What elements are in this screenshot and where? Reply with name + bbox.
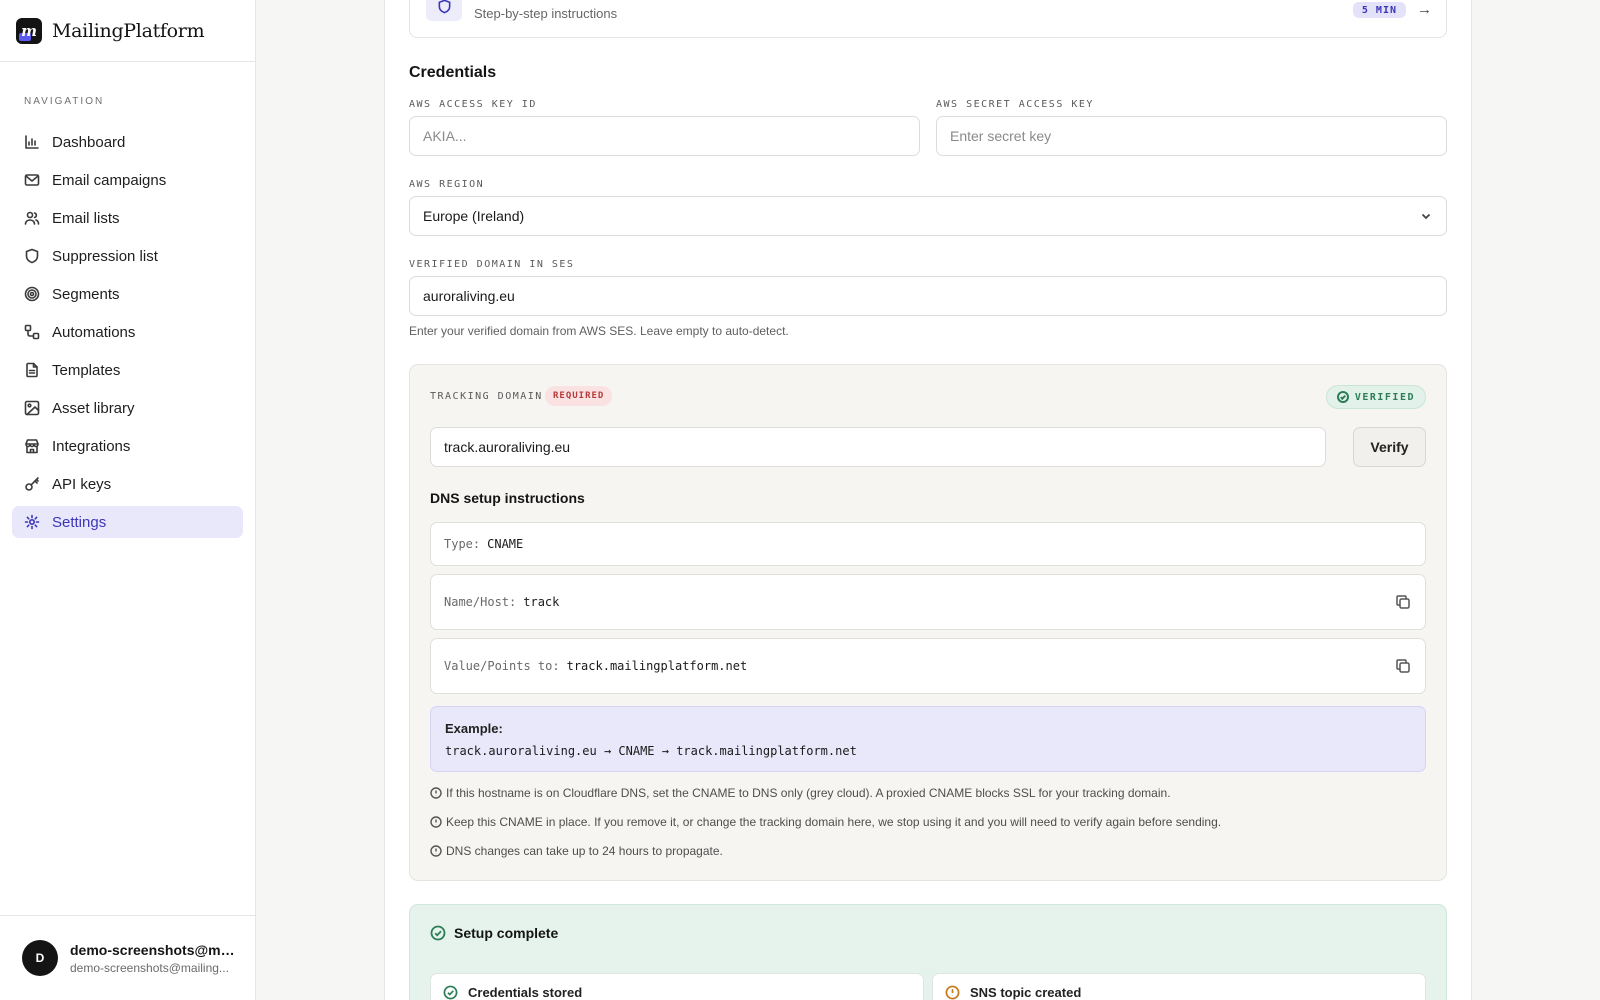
setup-complete-panel: Setup complete Credentials stored SNS to…: [409, 904, 1447, 1000]
sidebar-item-email-lists[interactable]: Email lists: [12, 202, 243, 234]
setup-guide-card[interactable]: Step-by-step instructions 5 MIN →: [409, 0, 1447, 38]
access-key-label: AWS ACCESS KEY ID: [409, 99, 537, 110]
sidebar-item-dashboard[interactable]: Dashboard: [12, 126, 243, 158]
shield-icon: [426, 0, 462, 21]
sidebar-item-label: Segments: [52, 285, 120, 303]
mail-icon: [24, 174, 40, 186]
user-menu[interactable]: D demo-screenshots@ma... demo-screenshot…: [0, 915, 256, 1000]
arrow-right-icon[interactable]: →: [1417, 1, 1432, 18]
users-icon: [24, 211, 40, 225]
example-title: Example:: [445, 721, 503, 736]
verify-button[interactable]: Verify: [1353, 427, 1426, 467]
setup-title: Setup complete: [430, 925, 558, 941]
check-circle-icon: [1336, 391, 1349, 403]
avatar: D: [22, 940, 58, 976]
copy-icon[interactable]: [1395, 594, 1411, 610]
sidebar-item-label: Templates: [52, 361, 121, 379]
image-icon: [24, 400, 40, 416]
gear-icon: [24, 514, 40, 530]
sidebar-item-label: Email lists: [52, 209, 120, 227]
chevron-down-icon: [1421, 213, 1431, 220]
dns-example: Example: track.auroraliving.eu → CNAME →…: [430, 706, 1426, 772]
domain-hint: Enter your verified domain from AWS SES.…: [409, 324, 789, 338]
info-icon: [430, 845, 442, 857]
sidebar-item-suppression-list[interactable]: Suppression list: [12, 240, 243, 272]
sidebar-item-label: API keys: [52, 475, 112, 493]
region-value: Europe (Ireland): [423, 208, 525, 224]
sidebar-item-label: Email campaigns: [52, 171, 167, 189]
dns-record-type: Type: CNAME: [430, 522, 1426, 566]
dns-record-value: Value/Points to: track.mailingplatform.n…: [430, 638, 1426, 694]
bar-chart-icon: [25, 135, 39, 149]
shield-icon: [25, 248, 39, 264]
step-sns-topic-created: SNS topic created: [932, 973, 1426, 1000]
sidebar: m MailingPlatform NAVIGATION Dashboard E…: [0, 0, 256, 1000]
sidebar-item-api-keys[interactable]: API keys: [12, 468, 243, 500]
guide-subtitle: Step-by-step instructions: [474, 6, 618, 21]
dns-record-name: Name/Host: track: [430, 574, 1426, 630]
note-keep-cname: Keep this CNAME in place. If you remove …: [430, 815, 1221, 829]
check-circle-icon: [430, 925, 446, 941]
secret-key-label: AWS SECRET ACCESS KEY: [936, 99, 1094, 110]
file-text-icon: [26, 362, 38, 378]
store-icon: [25, 439, 39, 454]
secret-key-input[interactable]: Enter secret key: [936, 116, 1447, 156]
tracking-domain-input[interactable]: track.auroraliving.eu: [430, 427, 1326, 467]
check-circle-icon: [443, 985, 458, 1000]
logo-icon: m: [16, 17, 42, 44]
key-icon: [25, 477, 39, 491]
sidebar-item-settings[interactable]: Settings: [12, 506, 243, 538]
target-icon: [24, 286, 40, 302]
sidebar-item-segments[interactable]: Segments: [12, 278, 243, 310]
sidebar-item-label: Settings: [52, 513, 107, 531]
sidebar-item-integrations[interactable]: Integrations: [12, 430, 243, 462]
alert-circle-icon: [945, 985, 960, 1000]
brand-name: MailingPlatform: [52, 19, 205, 42]
sidebar-item-email-campaigns[interactable]: Email campaigns: [12, 164, 243, 196]
status-badge: VERIFIED: [1325, 385, 1426, 409]
region-label: AWS REGION: [409, 179, 485, 190]
region-select[interactable]: Europe (Ireland): [409, 196, 1447, 236]
sidebar-item-asset-library[interactable]: Asset library: [12, 392, 243, 424]
info-icon: [430, 787, 442, 799]
dns-instructions-title: DNS setup instructions: [430, 490, 585, 506]
note-cloudflare: If this hostname is on Cloudflare DNS, s…: [430, 786, 1171, 800]
sidebar-nav: Dashboard Email campaigns Email lists Su…: [12, 126, 243, 544]
domain-label: VERIFIED DOMAIN IN SES: [409, 259, 575, 270]
workflow-icon: [24, 324, 40, 340]
copy-icon[interactable]: [1395, 658, 1411, 674]
user-email: demo-screenshots@mailing...: [70, 960, 229, 975]
sidebar-item-label: Asset library: [52, 399, 135, 417]
sidebar-item-label: Dashboard: [52, 133, 126, 151]
user-name: demo-screenshots@ma...: [70, 941, 235, 958]
example-line: track.auroraliving.eu → CNAME → track.ma…: [445, 744, 857, 758]
sidebar-item-templates[interactable]: Templates: [12, 354, 243, 386]
step-credentials-stored: Credentials stored: [430, 973, 924, 1000]
nav-heading: NAVIGATION: [24, 96, 105, 107]
section-title-credentials: Credentials: [409, 64, 497, 81]
brand[interactable]: m MailingPlatform: [0, 0, 255, 62]
verified-domain-input[interactable]: auroraliving.eu: [409, 276, 1447, 316]
sidebar-item-automations[interactable]: Automations: [12, 316, 243, 348]
duration-badge: 5 MIN: [1352, 2, 1406, 18]
required-badge: REQUIRED: [545, 386, 613, 406]
info-icon: [430, 816, 442, 828]
sidebar-item-label: Automations: [52, 323, 136, 341]
sidebar-item-label: Integrations: [52, 437, 131, 455]
tracking-domain-label: TRACKING DOMAIN: [430, 391, 543, 402]
sidebar-item-label: Suppression list: [52, 247, 158, 265]
tracking-domain-panel: TRACKING DOMAIN REQUIRED VERIFIED track.…: [409, 364, 1447, 881]
note-propagation: DNS changes can take up to 24 hours to p…: [430, 844, 723, 858]
access-key-input[interactable]: AKIA...: [409, 116, 920, 156]
